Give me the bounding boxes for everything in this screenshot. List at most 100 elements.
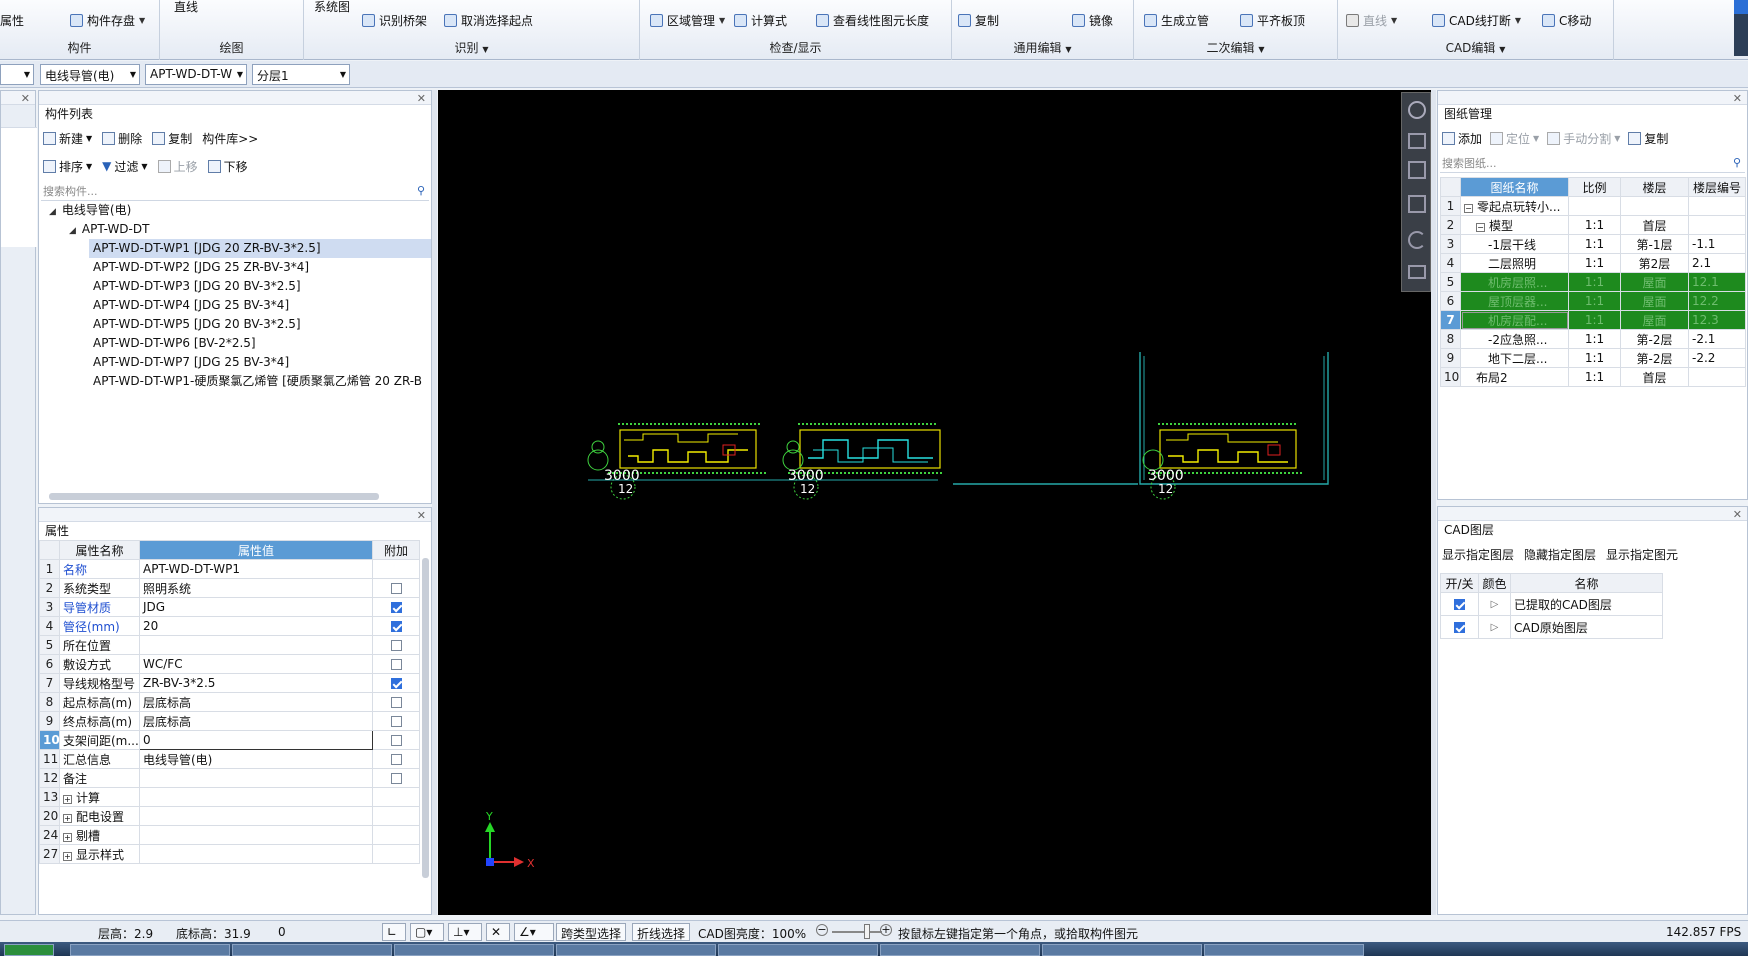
property-value[interactable]: 照明系统	[139, 578, 373, 598]
tree-root[interactable]: ◢ 电线导管(电)	[49, 201, 131, 220]
vertical-scrollbar[interactable]	[422, 558, 429, 878]
taskbar-app[interactable]	[1042, 944, 1202, 956]
close-icon[interactable]: ✕	[21, 92, 30, 105]
expand-icon[interactable]: +	[63, 832, 72, 842]
component-save-button[interactable]: 构件存盘 ▼	[70, 10, 145, 30]
show-layer-button[interactable]: 显示指定图层	[1442, 546, 1514, 563]
brightness-increase-icon[interactable]: +	[880, 924, 892, 936]
tree-item[interactable]: APT-WD-DT-WP7 [JDG 25 BV-3*4]	[89, 353, 431, 372]
cross-toggle[interactable]: ✕	[486, 923, 510, 941]
tree-item[interactable]: APT-WD-DT-WP2 [JDG 25 ZR-BV-3*4]	[89, 258, 431, 277]
extra-checkbox[interactable]	[390, 640, 402, 651]
horizontal-scrollbar[interactable]	[49, 493, 379, 500]
property-row[interactable]: 8 起点标高(m) 层底标高	[39, 692, 420, 712]
component-library-button[interactable]: 构件库>>	[202, 130, 258, 147]
property-row[interactable]: 13 + 计算	[39, 787, 420, 807]
brightness-slider[interactable]	[832, 931, 882, 933]
layer-toggle[interactable]	[1440, 592, 1479, 616]
copy-button[interactable]: 复制	[958, 10, 999, 30]
drawing-row[interactable]: 2 − 模型 1:1 首层	[1440, 215, 1746, 235]
property-value[interactable]: 层底标高	[139, 711, 373, 731]
property-value[interactable]: APT-WD-DT-WP1	[139, 559, 373, 579]
property-row[interactable]: 7 导线规格型号 ZR-BV-3*2.5	[39, 673, 420, 693]
layer-checkbox[interactable]	[1454, 599, 1465, 610]
generate-riser-button[interactable]: 生成立管	[1144, 10, 1209, 30]
search-icon[interactable]: ⚲	[1733, 156, 1741, 169]
category-combo[interactable]: ▼	[0, 64, 34, 85]
cad-line-button[interactable]: 直线 ▼	[1346, 10, 1397, 30]
expand-icon[interactable]: +	[63, 851, 72, 861]
collapse-icon[interactable]: −	[1476, 222, 1485, 232]
tree-group[interactable]: ◢ APT-WD-DT	[69, 220, 149, 239]
drawing-row[interactable]: 3 -1层干线 1:1 第-1层 -1.1	[1440, 234, 1746, 254]
tree-item[interactable]: APT-WD-DT-WP1 [JDG 20 ZR-BV-3*2.5]	[89, 239, 431, 258]
system-diagram-button[interactable]: 系统图	[314, 0, 350, 16]
property-row[interactable]: 12 备注	[39, 768, 420, 788]
taskbar-app[interactable]	[70, 944, 230, 956]
layer-checkbox[interactable]	[1454, 622, 1465, 633]
start-button[interactable]	[4, 944, 54, 956]
property-row[interactable]: 9 终点标高(m) 层底标高	[39, 711, 420, 731]
property-value[interactable]	[139, 768, 373, 788]
line-button[interactable]: 直线	[174, 0, 198, 16]
cad-line-break-button[interactable]: CAD线打断 ▼	[1432, 10, 1521, 30]
type-combo[interactable]: 电线导管(电) ▼	[40, 64, 140, 85]
view-3d-icon[interactable]	[1408, 133, 1426, 149]
property-button[interactable]: 属性	[0, 10, 24, 30]
extra-checkbox[interactable]	[390, 735, 402, 746]
snap-toggle[interactable]: ▢▾	[410, 923, 444, 941]
brightness-thumb[interactable]	[864, 924, 870, 939]
c-move-button[interactable]: C移动	[1542, 10, 1591, 30]
taskbar-app[interactable]	[394, 944, 554, 956]
component-combo[interactable]: APT-WD-DT-W ▼	[145, 64, 247, 85]
filter-button[interactable]: ▼ 过滤 ▼	[102, 158, 147, 175]
property-value[interactable]	[139, 635, 373, 655]
view-top-icon[interactable]	[1408, 161, 1426, 179]
expand-triangle-icon[interactable]: ▷	[1478, 615, 1511, 639]
orbit-icon[interactable]	[1408, 101, 1426, 119]
recognize-bridge-button[interactable]: 识别桥架	[362, 10, 427, 30]
drawing-row[interactable]: 9 地下二层... 1:1 第-2层 -2.2	[1440, 348, 1746, 368]
taskbar-app[interactable]	[718, 944, 878, 956]
expand-triangle-icon[interactable]: ▷	[1478, 592, 1511, 616]
property-row[interactable]: 10 支架间距(m... 0	[39, 730, 420, 750]
extra-checkbox[interactable]	[390, 697, 402, 708]
drawing-row[interactable]: 4 二层照明 1:1 第2层 2.1	[1440, 253, 1746, 273]
property-value[interactable]: ZR-BV-3*2.5	[139, 673, 373, 693]
drawing-row[interactable]: 8 -2应急照... 1:1 第-2层 -2.1	[1440, 329, 1746, 349]
close-icon[interactable]: ✕	[417, 509, 426, 522]
close-icon[interactable]: ✕	[1733, 508, 1742, 521]
extra-checkbox[interactable]	[390, 773, 402, 784]
extra-checkbox[interactable]	[390, 602, 402, 613]
property-row[interactable]: 11 汇总信息 电线导管(电)	[39, 749, 420, 769]
property-value[interactable]: WC/FC	[139, 654, 373, 674]
layer-row[interactable]: ▷ 已提取的CAD图层	[1440, 592, 1663, 616]
locate-button[interactable]: 定位 ▼	[1490, 130, 1539, 147]
taskbar-app[interactable]	[880, 944, 1040, 956]
expand-icon[interactable]: ◢	[49, 207, 56, 217]
new-button[interactable]: 新建 ▼	[43, 130, 92, 147]
extra-checkbox[interactable]	[390, 583, 402, 594]
property-value[interactable]	[139, 787, 373, 807]
formula-button[interactable]: 计算式	[734, 10, 787, 30]
property-row[interactable]: 2 系统类型 照明系统	[39, 578, 420, 598]
cancel-start-point-button[interactable]: 取消选择起点	[444, 10, 533, 30]
extra-checkbox[interactable]	[390, 659, 402, 670]
flush-slab-top-button[interactable]: 平齐板顶	[1240, 10, 1305, 30]
view-iso-icon[interactable]	[1408, 195, 1426, 213]
property-value[interactable]: 层底标高	[139, 692, 373, 712]
view-line-length-button[interactable]: 查看线性图元长度	[816, 10, 929, 30]
property-row[interactable]: 1 名称 APT-WD-DT-WP1	[39, 559, 420, 579]
right-splitter[interactable]	[1431, 90, 1436, 915]
manual-split-button[interactable]: 手动分割 ▼	[1547, 130, 1620, 147]
help-icon[interactable]	[1734, 0, 1748, 14]
region-manage-button[interactable]: 区域管理 ▼	[650, 10, 725, 30]
taskbar-app[interactable]	[1204, 944, 1364, 956]
drawing-canvas[interactable]: 3000 12 3000 12 3000 12 Y X	[438, 90, 1431, 915]
component-search-input[interactable]: 搜索构件... ⚲	[41, 183, 429, 201]
angle-toggle[interactable]: ∠▾	[514, 923, 554, 941]
extra-checkbox[interactable]	[390, 754, 402, 765]
property-value[interactable]	[139, 825, 373, 845]
property-value[interactable]: 0	[139, 730, 373, 750]
layer-combo[interactable]: 分层1 ▼	[252, 64, 350, 85]
